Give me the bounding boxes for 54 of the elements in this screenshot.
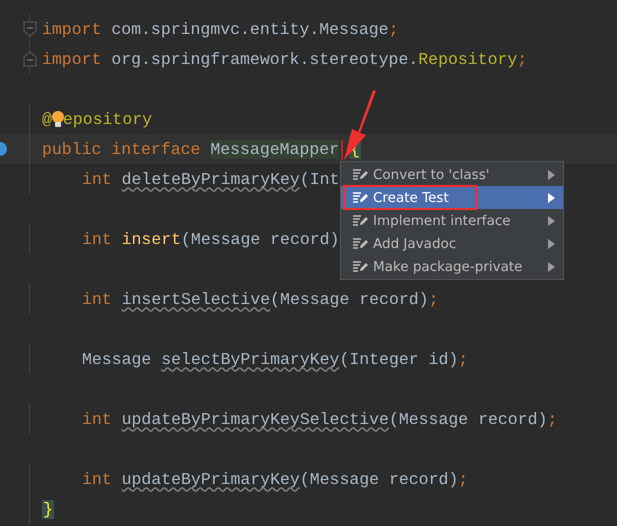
method-name: updateByPrimaryKeySelective bbox=[122, 410, 389, 428]
annotation: @ bbox=[42, 110, 52, 128]
submenu-arrow-icon bbox=[548, 238, 555, 248]
code-text: (Message record) bbox=[300, 470, 458, 488]
method-name: selectByPrimaryKey bbox=[161, 350, 340, 368]
annotation: epository bbox=[62, 110, 152, 128]
keyword: interface bbox=[111, 140, 200, 158]
submenu-arrow-icon bbox=[548, 192, 555, 202]
code-text: (Message record) bbox=[388, 410, 548, 428]
menu-item[interactable]: Add Javadoc bbox=[341, 232, 563, 255]
menu-item[interactable]: Convert to 'class' bbox=[341, 163, 563, 186]
keyword: ; bbox=[517, 50, 528, 68]
menu-item[interactable]: Make package-private bbox=[341, 255, 563, 278]
submenu-arrow-icon bbox=[548, 170, 555, 180]
code-text: (Integer id) bbox=[339, 350, 458, 368]
intention-icon bbox=[353, 238, 369, 250]
keyword: ; bbox=[547, 410, 558, 428]
menu-item[interactable]: Create Test bbox=[341, 186, 563, 209]
method-name: deleteByPrimaryKey bbox=[122, 170, 300, 188]
fold-icon[interactable] bbox=[23, 21, 37, 37]
keyword: int bbox=[82, 410, 112, 428]
method-name: insert bbox=[122, 230, 182, 248]
keyword: public bbox=[42, 140, 102, 158]
intention-icon bbox=[353, 168, 369, 180]
class-name: MessageMapper bbox=[210, 140, 340, 158]
keyword: ; bbox=[458, 350, 468, 368]
code-text: (Message record) bbox=[270, 290, 429, 308]
keyword: import bbox=[42, 20, 102, 38]
implemented-marker-icon[interactable] bbox=[0, 142, 7, 156]
keyword: int bbox=[82, 170, 112, 188]
submenu-arrow-icon bbox=[548, 216, 555, 226]
submenu-arrow-icon bbox=[548, 262, 555, 272]
intention-icon bbox=[353, 214, 369, 226]
intention-icon bbox=[353, 192, 369, 204]
keyword: import bbox=[42, 50, 102, 68]
keyword: int bbox=[82, 230, 112, 248]
code-text: Message bbox=[82, 350, 152, 368]
method-name: insertSelective bbox=[122, 290, 270, 308]
keyword: ; bbox=[428, 290, 438, 308]
brace: } bbox=[42, 500, 54, 518]
keyword: int bbox=[82, 470, 112, 488]
keyword: ; bbox=[388, 20, 398, 38]
keyword: int bbox=[82, 290, 112, 308]
code-text: com.springmvc.entity.Message bbox=[111, 20, 389, 38]
lightbulb-icon[interactable] bbox=[50, 110, 65, 128]
code-text: org.springframework.stereotype. bbox=[111, 50, 418, 68]
keyword: ; bbox=[458, 470, 468, 488]
code-text: (Message record) bbox=[181, 230, 340, 248]
menu-item[interactable]: Implement interface bbox=[341, 209, 563, 232]
intention-icon bbox=[353, 260, 369, 272]
code-text: (Int bbox=[300, 170, 340, 188]
method-name: updateByPrimaryKey bbox=[122, 470, 300, 488]
annotation: Repository bbox=[418, 50, 518, 68]
fold-icon[interactable] bbox=[23, 51, 37, 67]
